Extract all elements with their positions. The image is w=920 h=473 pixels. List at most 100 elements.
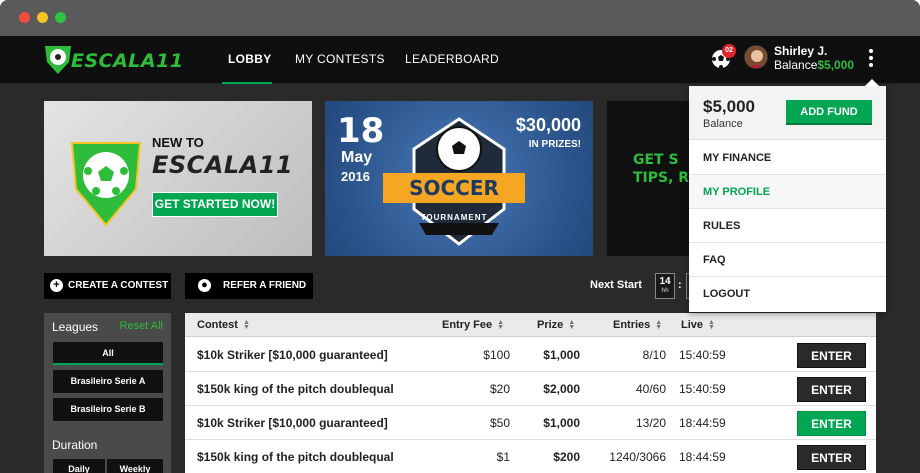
column-header-entry-fee-label: Entry Fee bbox=[442, 319, 493, 331]
shield-ball-icon bbox=[45, 46, 71, 74]
reset-all-link[interactable]: Reset All bbox=[120, 320, 163, 332]
close-window-button[interactable] bbox=[19, 12, 30, 23]
prize: $1,000 bbox=[543, 348, 580, 362]
promo-soccer-title: SOCCER bbox=[383, 173, 525, 203]
user-name[interactable]: Shirley J. bbox=[774, 44, 827, 58]
sort-icon: ▲ ▼ bbox=[242, 319, 250, 332]
contest-table: Contest ▲ ▼ Entry Fee ▲ ▼ Prize ▲ ▼ Entries ▲ ▼ … bbox=[185, 313, 876, 473]
create-contest-label: CREATE A CONTEST bbox=[68, 280, 169, 291]
countdown-hours: 14 hh bbox=[655, 273, 675, 299]
menu-item-my-profile[interactable]: MY PROFILE bbox=[689, 175, 886, 209]
promo-tournament-subtitle: TOURNAMENT bbox=[420, 213, 488, 222]
contest-name: $150k king of the pitch doublequal bbox=[197, 450, 394, 464]
escala11-logo[interactable]: ESCALA11 bbox=[43, 42, 183, 76]
promo-brand-text: ESCALA11 bbox=[152, 151, 294, 179]
table-header: Contest ▲ ▼ Entry Fee ▲ ▼ Prize ▲ ▼ Entries ▲ ▼ … bbox=[185, 313, 876, 337]
promo-tips-text: GET S TIPS, R bbox=[633, 151, 689, 187]
column-header-prize[interactable]: Prize ▲ ▼ bbox=[537, 319, 575, 331]
table-row[interactable]: $150k king of the pitch doublequal $1 $2… bbox=[185, 440, 876, 473]
tab-leaderboard[interactable]: LEADERBOARD bbox=[405, 52, 499, 66]
dropdown-balance-label: Balance bbox=[703, 118, 743, 130]
promo-tips-line1: GET S bbox=[633, 152, 679, 168]
promo-tips-line2: TIPS, R bbox=[633, 170, 690, 186]
enter-button[interactable]: ENTER bbox=[797, 377, 866, 402]
countdown-hours-value: 14 bbox=[659, 276, 671, 287]
tab-my-contests[interactable]: MY CONTESTS bbox=[295, 52, 385, 66]
promo-prize-note: IN PRIZES! bbox=[528, 139, 581, 150]
countdown-hours-unit: hh bbox=[661, 288, 669, 294]
contest-name: $10k Striker [$10,000 guaranteed] bbox=[197, 416, 388, 430]
column-header-prize-label: Prize bbox=[537, 319, 564, 331]
duration-title: Duration bbox=[52, 438, 98, 452]
enter-button[interactable]: ENTER bbox=[797, 343, 866, 368]
table-row[interactable]: $10k Striker [$10,000 guaranteed] $50 $1… bbox=[185, 406, 876, 440]
user-portrait-icon bbox=[745, 46, 767, 68]
live-time: 18:44:59 bbox=[679, 450, 726, 464]
entries: 40/60 bbox=[635, 382, 666, 396]
header-balance-amount: $5,000 bbox=[817, 58, 855, 72]
sort-icon: ▲ ▼ bbox=[708, 319, 715, 332]
enter-button[interactable]: ENTER bbox=[797, 445, 866, 470]
league-filter-serie-a[interactable]: Brasileiro Serie A bbox=[53, 370, 163, 393]
table-row[interactable]: $10k Striker [$10,000 guaranteed] $100 $… bbox=[185, 338, 876, 372]
promo-banner-tips[interactable]: GET S TIPS, R bbox=[607, 101, 695, 256]
entries: 1240/3066 bbox=[609, 450, 666, 464]
countdown-separator: : bbox=[678, 279, 682, 291]
promo-banner-soccer-tournament[interactable]: 18 May 2016 $30,000 IN PRIZES! SOCCER TO… bbox=[325, 101, 593, 256]
league-filter-all[interactable]: All bbox=[53, 342, 163, 365]
promo-prize-amount: $30,000 bbox=[515, 115, 581, 135]
promo-date-year: 2016 bbox=[341, 169, 370, 184]
shield-ball-icon bbox=[70, 142, 142, 227]
avatar[interactable] bbox=[744, 45, 768, 69]
user-icon: ● bbox=[198, 279, 211, 292]
maximize-window-button[interactable] bbox=[55, 12, 66, 23]
header-balance-label: Balance bbox=[774, 58, 818, 72]
filter-sidebar: Leagues Reset All All Brasileiro Serie A… bbox=[44, 313, 171, 473]
header-balance: Balance$5,000 bbox=[774, 58, 854, 72]
menu-item-faq[interactable]: FAQ bbox=[689, 243, 886, 277]
enter-button[interactable]: ENTER bbox=[797, 411, 866, 436]
duration-daily-button[interactable]: Daily bbox=[53, 459, 105, 473]
column-header-contest[interactable]: Contest ▲ ▼ bbox=[197, 319, 250, 331]
league-filter-serie-b[interactable]: Brasileiro Serie B bbox=[53, 398, 163, 421]
dropdown-balance-panel: $5,000 Balance ADD FUND bbox=[689, 86, 886, 140]
column-header-contest-label: Contest bbox=[197, 319, 238, 331]
add-fund-button[interactable]: ADD FUND bbox=[786, 100, 872, 125]
column-header-live[interactable]: Live ▲ ▼ bbox=[681, 319, 715, 331]
more-menu-icon[interactable] bbox=[866, 47, 876, 69]
next-start-label: Next Start bbox=[590, 279, 642, 291]
leagues-title: Leagues bbox=[52, 320, 99, 334]
table-row[interactable]: $150k king of the pitch doublequal $20 $… bbox=[185, 372, 876, 406]
menu-item-my-finance[interactable]: MY FINANCE bbox=[689, 141, 886, 175]
sort-icon: ▲ ▼ bbox=[497, 319, 505, 332]
create-contest-button[interactable]: + CREATE A CONTEST bbox=[44, 273, 171, 299]
duration-weekly-button[interactable]: Weekly bbox=[107, 459, 163, 473]
promo-date-month: May bbox=[341, 149, 373, 166]
refer-friend-button[interactable]: ● REFER A FRIEND bbox=[185, 273, 313, 299]
minimize-window-button[interactable] bbox=[37, 12, 48, 23]
entries: 8/10 bbox=[642, 348, 666, 362]
contest-name: $150k king of the pitch doublequal bbox=[197, 382, 394, 396]
entry-fee: $20 bbox=[489, 382, 510, 396]
logo-text: ESCALA11 bbox=[71, 50, 184, 72]
promo-new-to-text: NEW TO bbox=[152, 135, 204, 150]
top-navbar: ESCALA11 LOBBY MY CONTESTS LEADERBOARD 0… bbox=[0, 36, 920, 84]
sort-icon: ▲ ▼ bbox=[655, 319, 663, 332]
column-header-entry-fee[interactable]: Entry Fee ▲ ▼ bbox=[442, 319, 504, 331]
column-header-entries-label: Entries bbox=[613, 319, 651, 331]
plus-icon: + bbox=[50, 279, 63, 292]
prize: $2,000 bbox=[543, 382, 580, 396]
get-started-button[interactable]: GET STARTED NOW! bbox=[152, 192, 278, 217]
promo-banner-new-to[interactable]: NEW TO ESCALA11 GET STARTED NOW! bbox=[44, 101, 312, 256]
entries: 13/20 bbox=[635, 416, 666, 430]
column-header-entries[interactable]: Entries ▲ ▼ bbox=[613, 319, 662, 331]
menu-item-rules[interactable]: RULES bbox=[689, 209, 886, 243]
sort-icon: ▲ ▼ bbox=[568, 319, 576, 332]
entry-fee: $100 bbox=[483, 348, 510, 362]
tab-lobby[interactable]: LOBBY bbox=[228, 52, 272, 66]
user-dropdown-menu: $5,000 Balance ADD FUND MY FINANCE MY PR… bbox=[689, 79, 886, 312]
app-window: ESCALA11 LOBBY MY CONTESTS LEADERBOARD 0… bbox=[0, 0, 920, 473]
live-time: 18:44:59 bbox=[679, 416, 726, 430]
menu-item-logout[interactable]: LOGOUT bbox=[689, 277, 886, 311]
prize: $1,000 bbox=[543, 416, 580, 430]
